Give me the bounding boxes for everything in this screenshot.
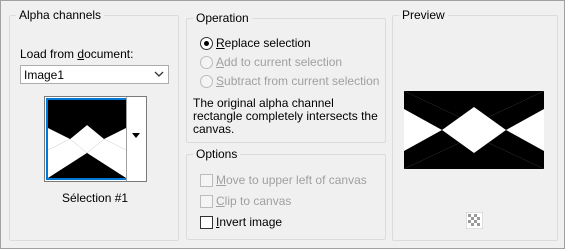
alpha-channels-dialog: Alpha channels Load from document: Image… xyxy=(0,0,565,249)
selection-name: Sélection #1 xyxy=(62,191,129,205)
invert-image-label[interactable]: Invert image xyxy=(216,215,282,229)
subtract-from-selection-radio[interactable] xyxy=(200,75,213,88)
preview-canvas xyxy=(404,91,544,169)
dropdown-arrow-icon xyxy=(132,133,140,138)
selection-thumbnail[interactable] xyxy=(46,98,128,180)
options-title: Options xyxy=(193,147,241,161)
document-select[interactable]: Image1 xyxy=(20,65,169,84)
preview-image xyxy=(404,91,544,169)
operation-title: Operation xyxy=(193,11,252,25)
checkerboard-icon[interactable] xyxy=(466,212,483,229)
move-to-upper-left-label[interactable]: Move to upper left of canvas xyxy=(216,173,367,187)
replace-selection-radio[interactable] xyxy=(200,37,213,50)
radio-dot xyxy=(204,41,209,46)
clip-to-canvas-label[interactable]: Clip to canvas xyxy=(216,194,291,208)
operation-message-line1: The original alpha channel xyxy=(193,96,334,110)
load-from-document-label: Load from document: xyxy=(20,47,134,61)
move-to-upper-left-checkbox[interactable] xyxy=(200,174,213,187)
clip-to-canvas-checkbox[interactable] xyxy=(200,195,213,208)
selection-thumbnail-picker[interactable] xyxy=(44,96,147,182)
add-to-selection-radio[interactable] xyxy=(200,56,213,69)
add-to-selection-label[interactable]: Add to current selection xyxy=(216,55,342,69)
selection-thumbnail-image xyxy=(48,100,126,178)
chevron-down-icon xyxy=(154,71,164,77)
operation-message-line2: rectangle completely intersects the xyxy=(193,109,378,123)
invert-image-checkbox[interactable] xyxy=(200,216,213,229)
alpha-channels-title: Alpha channels xyxy=(16,8,105,22)
replace-selection-label[interactable]: Replace selection xyxy=(216,36,311,50)
operation-message-line3: canvas. xyxy=(193,122,235,136)
thumbnail-dropdown-button[interactable] xyxy=(126,97,145,181)
preview-title: Preview xyxy=(399,8,448,22)
subtract-from-selection-label[interactable]: Subtract from current selection xyxy=(216,74,379,88)
document-select-value: Image1 xyxy=(24,68,65,82)
